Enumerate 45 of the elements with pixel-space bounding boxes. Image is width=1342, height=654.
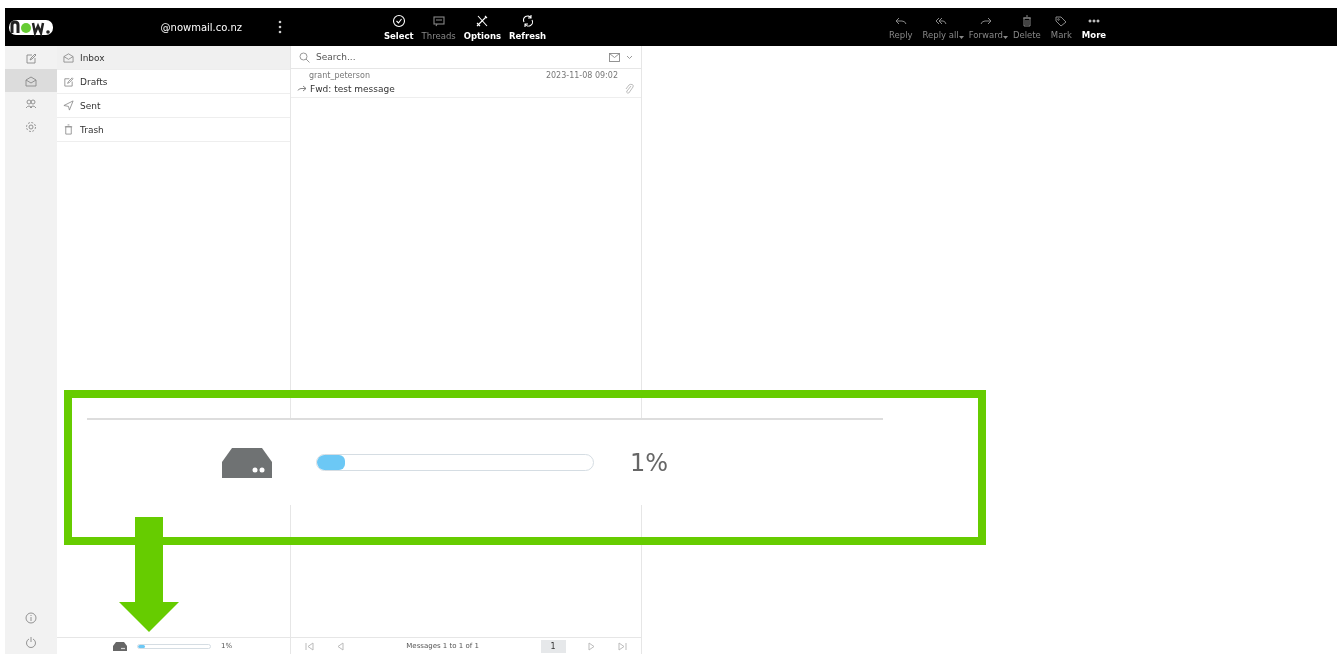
drive-icon [222,447,272,478]
toolbar-button[interactable]: Refresh [506,13,550,41]
folder-item[interactable]: Trash [57,118,290,142]
message-sender: grant_peterson [309,71,370,80]
compose-icon [25,51,37,64]
toolbar-button[interactable]: Options [460,13,504,41]
search-icon [299,51,310,63]
contacts-icon [25,97,37,110]
quota-percent: 1% [630,448,669,477]
tools-icon [475,13,490,28]
envelope-icon[interactable] [609,52,620,62]
compose-icon [63,76,74,87]
check-circle-icon [391,13,406,28]
previous-page-icon[interactable] [335,641,345,651]
action-button[interactable]: More [1076,14,1112,40]
kebab-menu-icon[interactable] [278,20,282,34]
caret-icon [1002,35,1008,39]
last-page-icon[interactable] [617,641,627,651]
next-page-icon[interactable] [587,641,597,651]
account-address: @nowmail.co.nz [160,21,242,33]
chevron-down-icon[interactable] [626,54,633,60]
trash-icon [63,124,74,135]
power-icon[interactable] [25,636,37,648]
page-number[interactable]: 1 [540,639,566,653]
folder-item[interactable]: Sent [57,94,290,118]
logo-icon [8,17,54,37]
settings-icon [25,120,37,133]
refresh-icon [520,13,535,28]
envelope-icon [25,74,37,87]
rail-button[interactable] [5,69,57,92]
info-icon[interactable] [25,612,37,624]
first-page-icon[interactable] [305,641,314,651]
message-row[interactable]: grant_peterson 2023-11-08 09:02 Fwd: test message [291,69,641,98]
toolbar-button[interactable]: Select [380,13,417,41]
tag-icon [1054,14,1069,27]
caret-icon [958,35,964,39]
drive-icon [113,641,127,651]
message-date: 2023-11-08 09:02 [545,71,618,80]
send-icon [63,100,74,111]
search-field[interactable]: Search... [316,52,603,62]
message-subject: Fwd: test message [310,83,396,94]
folder-item[interactable]: Inbox [57,46,290,70]
folder-item[interactable]: Drafts [57,70,290,94]
envelope-icon [63,52,74,63]
chat-icon [431,13,446,28]
